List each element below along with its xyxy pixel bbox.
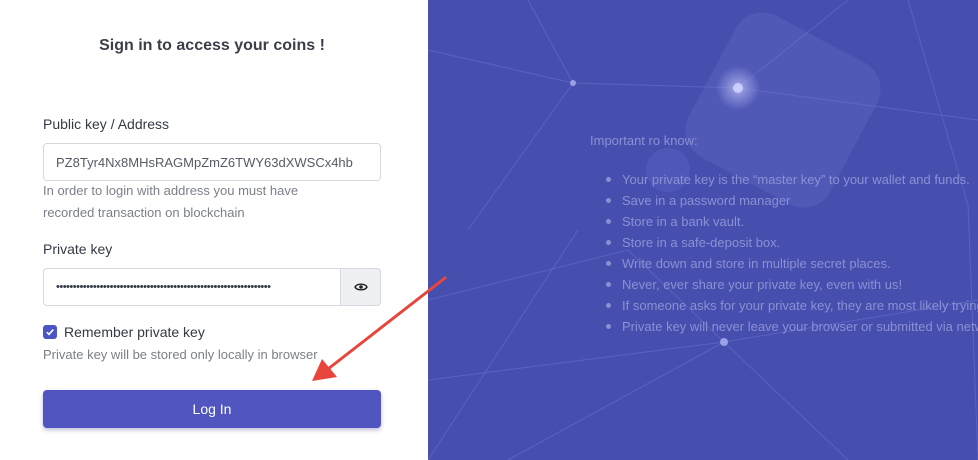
list-item: Never, ever share your private key, even… bbox=[604, 274, 978, 295]
public-key-hint-line1: In order to login with address you must … bbox=[43, 183, 299, 198]
list-item: Write down and store in multiple secret … bbox=[604, 253, 978, 274]
remember-label[interactable]: Remember private key bbox=[64, 324, 205, 340]
toggle-visibility-button[interactable] bbox=[340, 268, 381, 306]
remember-checkbox[interactable] bbox=[43, 325, 57, 339]
public-key-hint-line2: recorded transaction on blockchain bbox=[43, 205, 245, 220]
list-item: Your private key is the “master key” to … bbox=[604, 169, 978, 190]
private-key-masked-value: ••••••••••••••••••••••••••••••••••••••••… bbox=[56, 281, 271, 293]
private-key-input[interactable]: ••••••••••••••••••••••••••••••••••••••••… bbox=[43, 268, 341, 306]
remember-hint: Private key will be stored only locally … bbox=[43, 347, 318, 362]
signin-panel: Sign in to access your coins ! Public ke… bbox=[0, 0, 428, 460]
list-item: Private key will never leave your browse… bbox=[604, 316, 978, 337]
info-panel: Important ro know: Your private key is t… bbox=[428, 0, 978, 460]
private-key-label: Private key bbox=[43, 241, 113, 257]
page-title: Sign in to access your coins ! bbox=[99, 37, 325, 54]
info-title: Important ro know: bbox=[590, 133, 698, 148]
info-list: Your private key is the “master key” to … bbox=[604, 169, 978, 337]
public-key-input[interactable]: PZ8Tyr4Nx8MHsRAGMpZmZ6TWY63dXWSCx4hb bbox=[43, 143, 381, 181]
list-item: Store in a bank vault. bbox=[604, 211, 978, 232]
eye-icon bbox=[353, 283, 368, 291]
list-item: If someone asks for your private key, th… bbox=[604, 295, 978, 316]
list-item: Save in a password manager bbox=[604, 190, 978, 211]
list-item: Store in a safe-deposit box. bbox=[604, 232, 978, 253]
checkmark-icon bbox=[46, 329, 54, 336]
public-key-value: PZ8Tyr4Nx8MHsRAGMpZmZ6TWY63dXWSCx4hb bbox=[56, 154, 353, 170]
login-button[interactable]: Log In bbox=[43, 390, 381, 428]
public-key-label: Public key / Address bbox=[43, 116, 170, 132]
